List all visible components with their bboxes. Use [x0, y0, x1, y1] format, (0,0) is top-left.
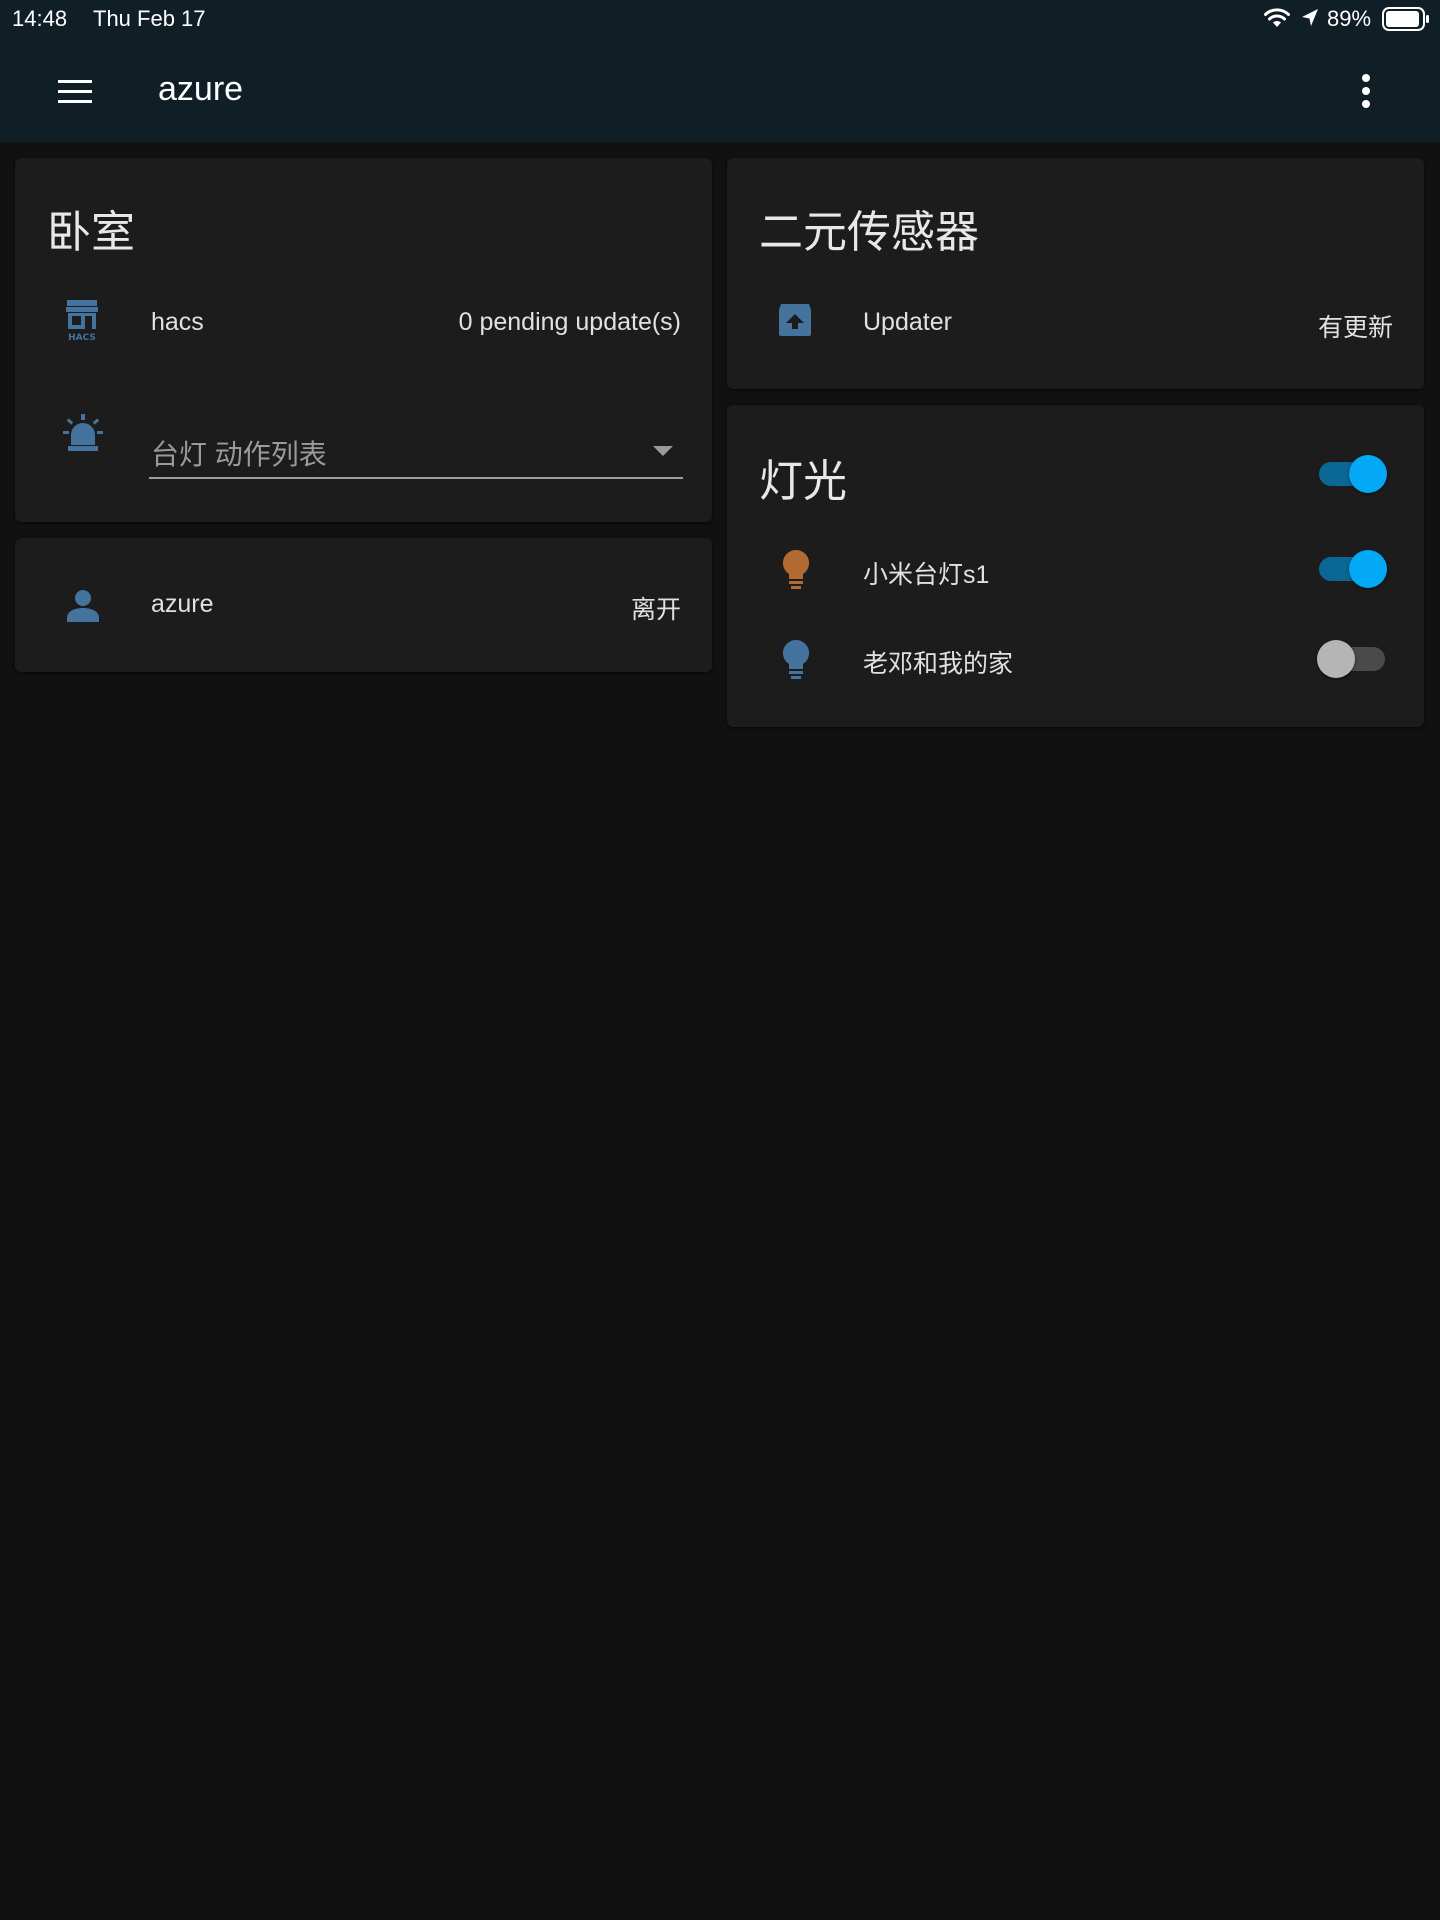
light-toggle[interactable] — [1317, 549, 1387, 589]
battery-icon — [1382, 7, 1429, 31]
more-vertical-icon[interactable] — [1352, 70, 1380, 114]
toggle-knob — [1349, 550, 1387, 588]
alarm-light-icon — [63, 414, 103, 451]
hacs-state: 0 pending update(s) — [458, 308, 681, 336]
light-name[interactable]: 老邓和我的家 — [863, 644, 1013, 680]
page-title: azure — [158, 70, 244, 108]
lights-card: 灯光 小米台灯s1 老邓和我的家 — [727, 405, 1424, 727]
person-state: 离开 — [630, 596, 681, 624]
hacs-name[interactable]: hacs — [151, 308, 204, 337]
binary-sensor-card: 二元传感器 Updater 有更新 — [727, 158, 1424, 389]
updater-name[interactable]: Updater — [863, 308, 952, 337]
svg-text:HACS: HACS — [68, 333, 96, 342]
card-title: 灯光 — [759, 457, 847, 506]
chevron-down-icon — [653, 446, 673, 456]
wifi-icon — [1264, 8, 1290, 27]
status-bar: 14:48 Thu Feb 17 89% — [0, 0, 1440, 40]
action-select[interactable]: 台灯 动作列表 — [149, 413, 683, 479]
card-title: 二元传感器 — [759, 208, 979, 257]
person-name[interactable]: azure — [151, 590, 214, 619]
updater-state: 有更新 — [1317, 314, 1393, 342]
light-toggle[interactable] — [1317, 639, 1387, 679]
app-header: azure — [0, 40, 1440, 142]
card-title: 卧室 — [47, 208, 135, 257]
toggle-knob — [1317, 640, 1355, 678]
light-name[interactable]: 小米台灯s1 — [863, 555, 989, 591]
location-arrow-icon — [1302, 9, 1318, 26]
account-icon[interactable] — [65, 588, 101, 624]
lightbulb-icon[interactable] — [781, 639, 811, 681]
select-label: 台灯 动作列表 — [151, 439, 327, 470]
toggle-knob — [1349, 455, 1387, 493]
battery-percent: 89% — [1327, 6, 1372, 31]
lightbulb-icon[interactable] — [781, 549, 811, 591]
status-time: 14:48 — [12, 6, 68, 31]
status-date: Thu Feb 17 — [93, 6, 206, 31]
package-up-icon[interactable] — [777, 302, 813, 338]
lights-header-toggle[interactable] — [1317, 454, 1387, 494]
person-card: azure 离开 — [15, 538, 712, 672]
menu-icon[interactable] — [52, 76, 100, 108]
hacs-icon[interactable]: HACS — [64, 298, 100, 342]
